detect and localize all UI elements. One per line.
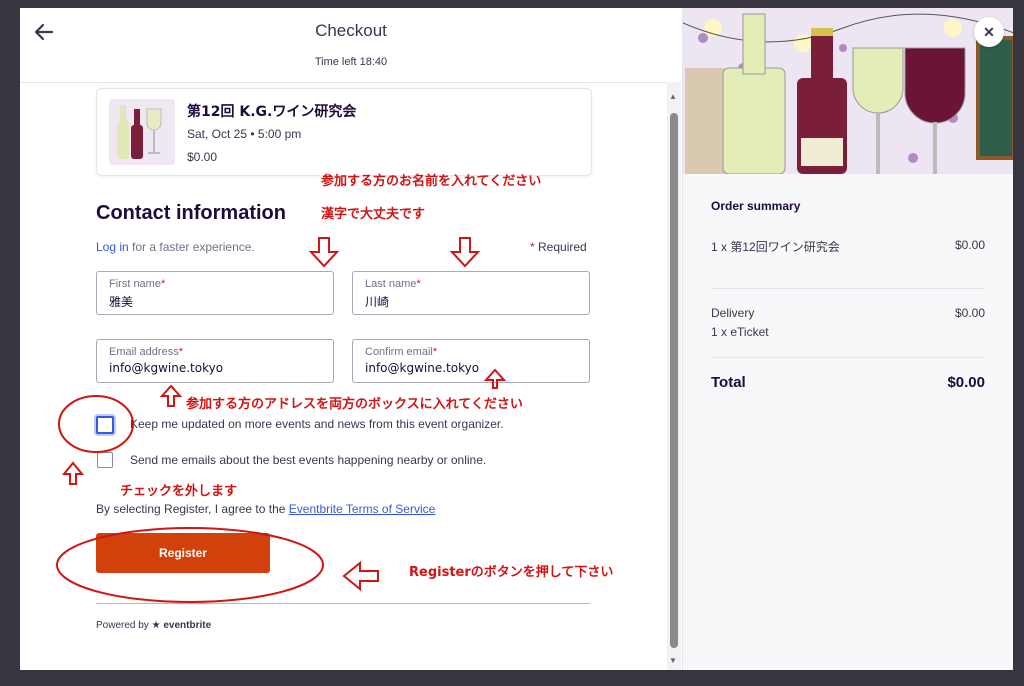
highlight-circle [56,527,324,603]
down-arrow-icon [449,237,481,268]
highlight-circle [58,395,134,453]
up-arrow-icon [61,461,85,485]
annotation-overlay [56,237,507,603]
up-arrow-icon [483,368,507,389]
left-arrow-icon [342,560,379,592]
down-arrow-icon [308,237,340,268]
up-arrow-icon [159,384,183,407]
